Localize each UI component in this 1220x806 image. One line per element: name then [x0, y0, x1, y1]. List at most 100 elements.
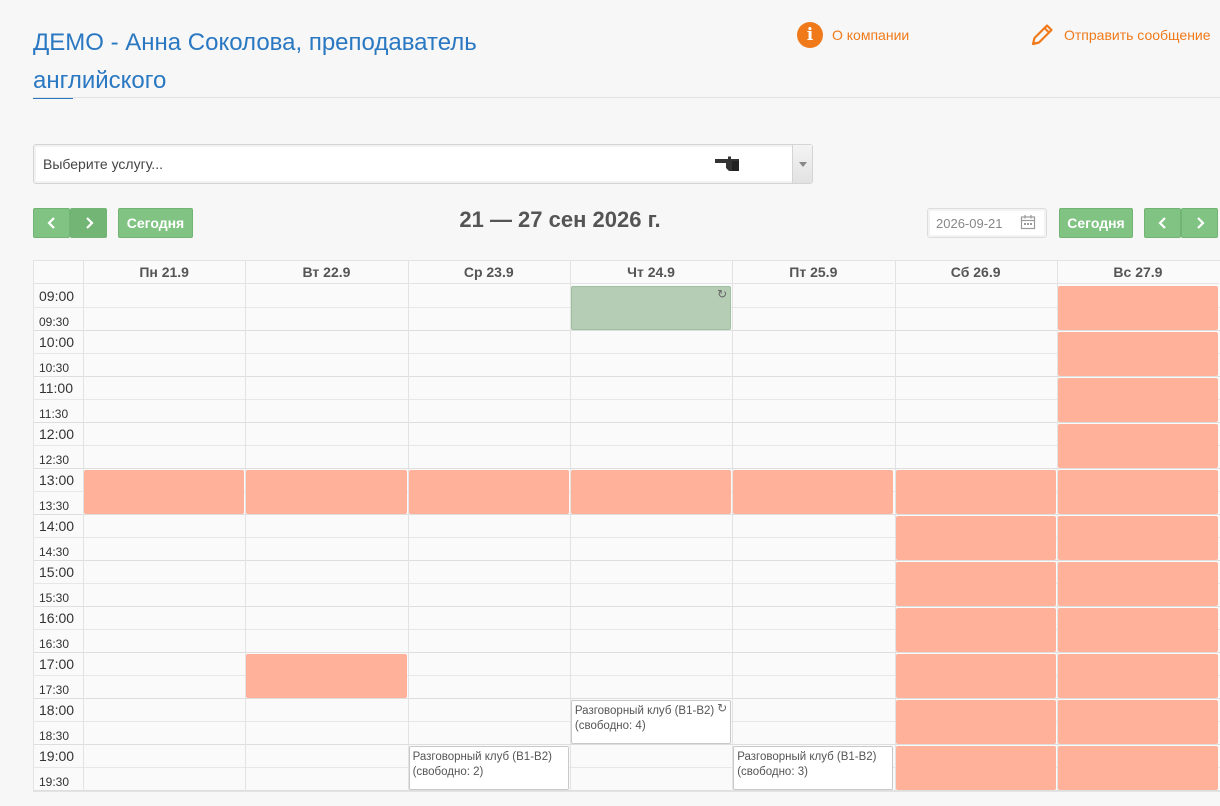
- send-message-link[interactable]: Отправить сообщение: [1029, 22, 1211, 48]
- day-header: Сб 26.9: [894, 261, 1057, 284]
- day-header: Чт 24.9: [569, 261, 733, 284]
- week-calendar: Пн 21.9 Вт 22.9 Ср 23.9 Чт 24.9 Пт 25.9 Сб 26…: [33, 260, 1220, 792]
- slot-divider: [34, 468, 1220, 469]
- event-speaking-club[interactable]: Разговорный клуб (B1-B2) (свободно: 3): [733, 746, 894, 790]
- event-speaking-club[interactable]: Разговорный клуб (B1-B2) (свободно: 2): [408, 746, 569, 790]
- unavailable-slot: [1057, 470, 1219, 514]
- time-label: 10:30: [39, 361, 70, 375]
- next-week-button[interactable]: [70, 208, 107, 238]
- time-label: 17:30: [39, 683, 70, 697]
- slot-divider: [34, 353, 1220, 354]
- unavailable-slot: [895, 654, 1056, 698]
- time-label: 18:00: [39, 702, 75, 718]
- unavailable-slot: [1057, 700, 1219, 744]
- time-label: 18:30: [39, 729, 70, 743]
- unavailable-slot: [895, 700, 1056, 744]
- about-company-label: О компании: [832, 27, 910, 43]
- time-label: 16:30: [39, 637, 70, 651]
- time-label: 09:00: [39, 288, 75, 304]
- slot-divider: [34, 606, 1220, 607]
- send-message-label: Отправить сообщение: [1064, 27, 1211, 43]
- slot-divider: [34, 790, 1220, 791]
- slot-divider: [34, 445, 1220, 446]
- pointing-hand-icon: [715, 156, 739, 171]
- time-label: 13:00: [39, 472, 75, 488]
- event-speaking-club[interactable]: Разговорный клуб (B1-B2) (свободно: 4) ↻: [570, 700, 732, 744]
- time-label: 19:00: [39, 748, 75, 764]
- unavailable-slot: [246, 470, 407, 514]
- time-label: 11:00: [39, 380, 73, 396]
- chevron-right-icon: [85, 217, 94, 229]
- recurring-icon: ↻: [717, 287, 728, 301]
- unavailable-slot: [1057, 286, 1219, 330]
- event-title: Разговорный клуб (B1-B2): [574, 705, 715, 717]
- unavailable-slot: [733, 470, 894, 514]
- slot-divider: [34, 744, 1220, 745]
- unavailable-slot: [1057, 562, 1219, 606]
- unavailable-slot: [570, 470, 732, 514]
- unavailable-slot: [1057, 378, 1219, 422]
- calendar-icon[interactable]: [1020, 214, 1036, 230]
- unavailable-slot: [1057, 332, 1219, 376]
- slot-divider: [34, 514, 1220, 515]
- unavailable-slot: [895, 608, 1056, 652]
- unavailable-slot: [895, 516, 1056, 560]
- service-select[interactable]: Выберите услугу...: [33, 144, 813, 184]
- day-header: Ср 23.9: [407, 261, 570, 284]
- week-range-title: 21 — 27 сен 2026 г.: [459, 207, 661, 232]
- unavailable-slot: [1057, 746, 1219, 790]
- service-select-placeholder: Выберите услугу...: [43, 156, 163, 172]
- time-label: 19:30: [39, 775, 70, 789]
- day-header: Вт 22.9: [245, 261, 408, 284]
- time-label: 14:00: [39, 518, 75, 534]
- today-button-left[interactable]: Сегодня: [118, 208, 193, 238]
- time-label: 16:00: [39, 610, 75, 626]
- unavailable-slot: [1057, 654, 1219, 698]
- unavailable-slot: [1057, 424, 1219, 468]
- pencil-icon: [1031, 24, 1053, 46]
- unavailable-slot: [408, 470, 569, 514]
- chevron-left-icon: [46, 217, 55, 229]
- time-label: 10:00: [39, 334, 75, 350]
- today-button-right[interactable]: Сегодня: [1059, 208, 1133, 238]
- unavailable-slot: [895, 470, 1056, 514]
- unavailable-slot: [1057, 608, 1219, 652]
- unavailable-slot: [246, 654, 407, 698]
- day-header: Пн 21.9: [83, 261, 246, 284]
- recurring-icon: ↻: [717, 701, 728, 715]
- prev-week-button[interactable]: [33, 208, 70, 238]
- prev-week-button-right[interactable]: [1144, 208, 1181, 238]
- chevron-left-icon: [1157, 217, 1166, 229]
- time-label: 11:30: [39, 407, 69, 421]
- day-header: Вс 27.9: [1056, 261, 1220, 284]
- slot-divider: [34, 560, 1220, 561]
- time-label: 09:30: [39, 315, 70, 329]
- unavailable-slot: [895, 746, 1056, 790]
- event-title: Разговорный клуб (B1-B2): [412, 751, 552, 763]
- unavailable-slot: [895, 562, 1056, 606]
- event-availability: (свободно: 4): [574, 720, 646, 732]
- day-header: Пт 25.9: [732, 261, 895, 284]
- day-column-divider: [245, 261, 247, 791]
- slot-divider: [34, 376, 1220, 377]
- next-week-button-right[interactable]: [1181, 208, 1218, 238]
- about-company-link[interactable]: i О компании: [797, 22, 909, 48]
- time-label: 15:00: [39, 564, 75, 580]
- event-title: Разговорный клуб (B1-B2): [737, 751, 877, 763]
- info-icon: i: [797, 22, 823, 48]
- booked-slot[interactable]: ↻: [570, 286, 732, 330]
- event-availability: (свободно: 2): [412, 766, 484, 778]
- unavailable-slot: [84, 470, 245, 514]
- time-label: 12:30: [39, 453, 70, 467]
- slot-divider: [34, 399, 1220, 400]
- slot-divider: [34, 330, 1220, 331]
- time-label: 13:30: [39, 499, 70, 513]
- select-arrow-icon[interactable]: [792, 145, 812, 183]
- day-column-divider: [732, 261, 734, 791]
- time-label: 17:00: [39, 656, 75, 672]
- slot-divider: [34, 698, 1220, 699]
- time-label: 14:30: [39, 545, 70, 559]
- slot-divider: [34, 652, 1220, 653]
- header-divider: [33, 97, 1220, 98]
- time-label: 12:00: [39, 426, 75, 442]
